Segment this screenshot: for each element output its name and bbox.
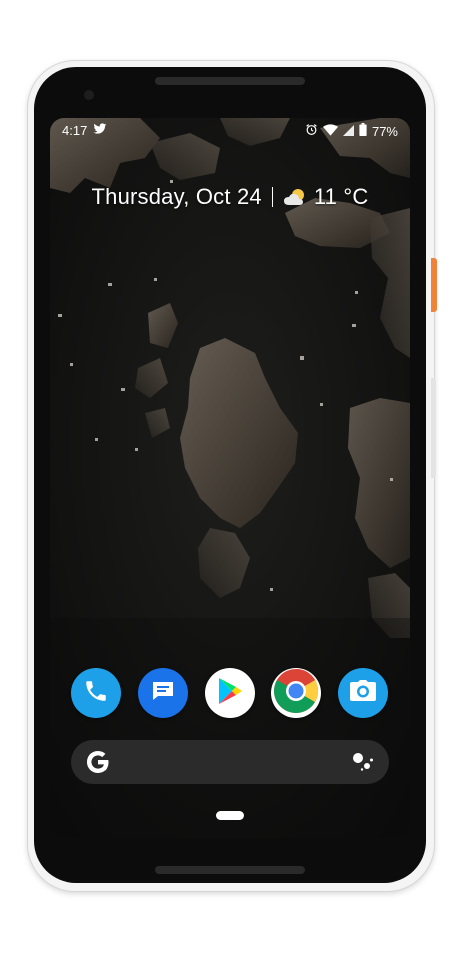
home-screen: 4:17 77% Thursday, Oct 24 11 °C	[50, 118, 410, 838]
glance-date[interactable]: Thursday, Oct 24	[92, 184, 262, 210]
status-bar: 4:17 77%	[50, 118, 410, 144]
alarm-icon	[305, 123, 318, 139]
cell-signal-icon	[342, 124, 354, 139]
top-speaker-grille	[155, 77, 305, 85]
app-dock	[50, 668, 410, 720]
at-a-glance-widget[interactable]: Thursday, Oct 24 11 °C	[50, 184, 410, 210]
status-time: 4:17	[62, 123, 88, 138]
home-gesture-handle[interactable]	[216, 811, 244, 820]
chrome-app-icon[interactable]	[271, 668, 321, 718]
status-right: 77%	[305, 123, 398, 139]
front-camera	[84, 90, 94, 100]
wallpaper	[50, 118, 410, 838]
camera-app-icon[interactable]	[338, 668, 388, 718]
bottom-speaker-grille	[155, 866, 305, 874]
glance-temperature[interactable]: 11 °C	[314, 184, 369, 210]
play-store-app-icon[interactable]	[205, 668, 255, 718]
camera-icon	[349, 679, 377, 708]
wifi-icon	[322, 123, 338, 139]
phone-icon	[83, 678, 109, 709]
twitter-icon	[93, 123, 107, 138]
messages-icon	[150, 679, 176, 708]
google-search-bar[interactable]	[71, 740, 389, 784]
messages-app-icon[interactable]	[138, 668, 188, 718]
assistant-icon[interactable]	[351, 750, 375, 774]
partly-cloudy-icon	[283, 187, 309, 207]
battery-icon	[359, 123, 367, 139]
glance-separator	[271, 187, 273, 207]
status-left: 4:17	[62, 123, 107, 138]
phone-app-icon[interactable]	[71, 668, 121, 718]
chrome-icon	[273, 668, 319, 719]
volume-button	[431, 378, 436, 478]
battery-percent: 77%	[371, 123, 398, 139]
google-g-icon[interactable]	[85, 749, 111, 775]
play-store-icon	[216, 676, 244, 711]
power-button	[431, 258, 437, 312]
